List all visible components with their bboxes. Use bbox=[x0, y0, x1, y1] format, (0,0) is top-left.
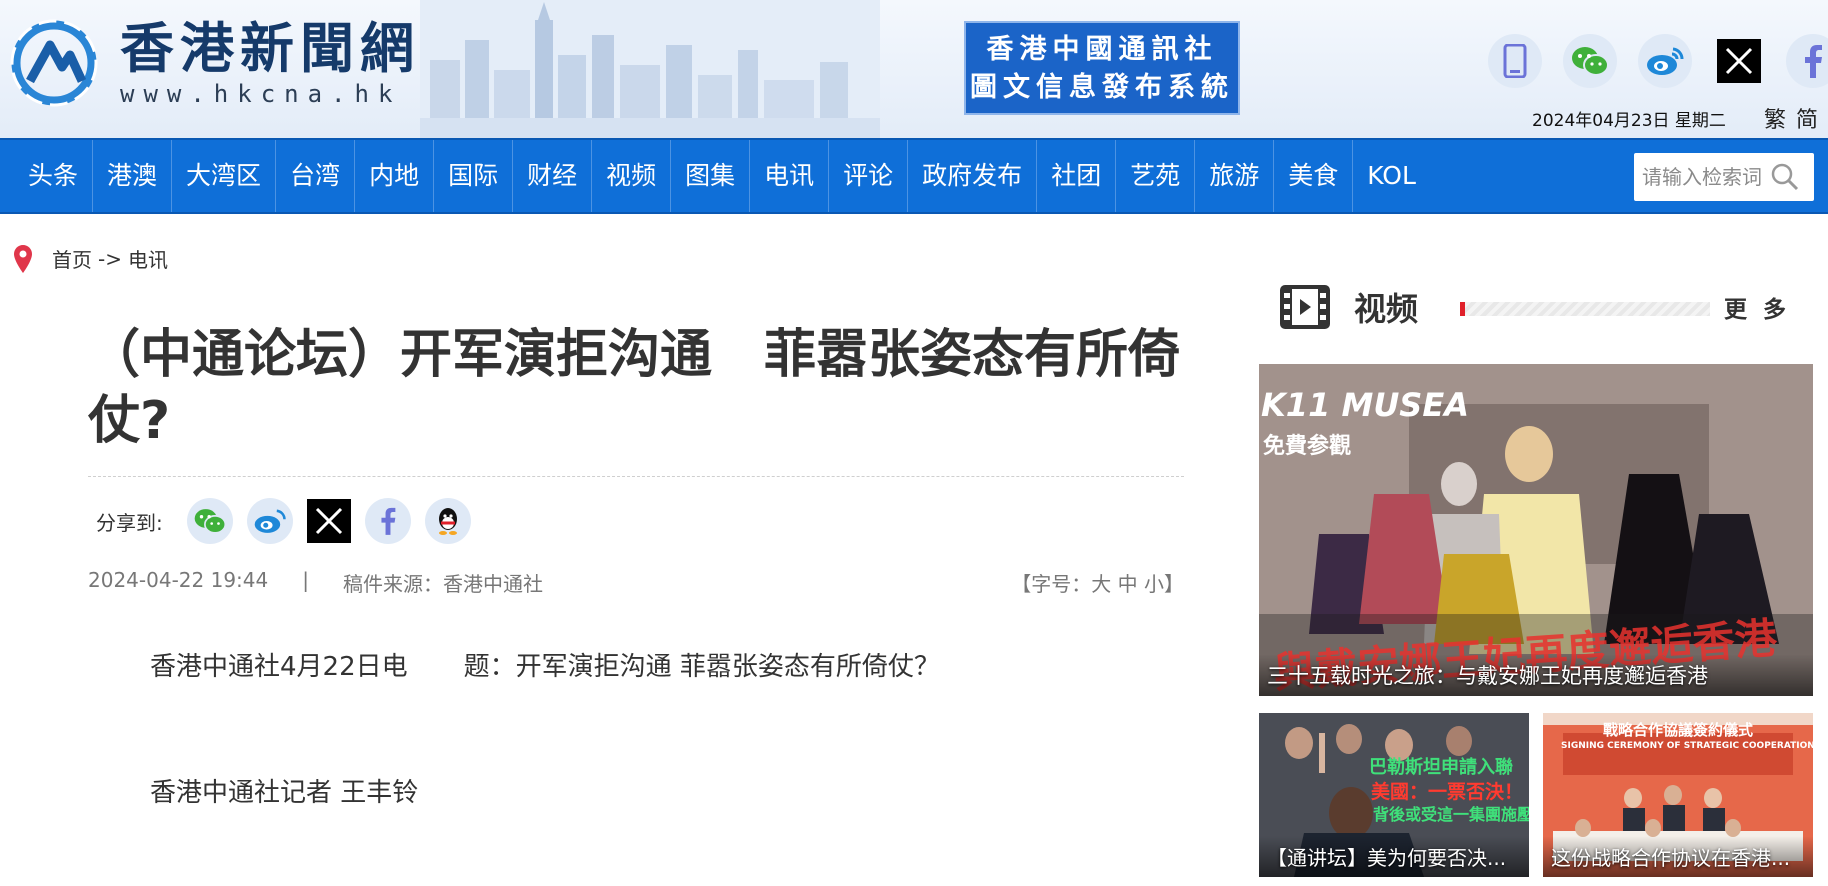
film-icon bbox=[1280, 285, 1330, 329]
section-decor-bar bbox=[1460, 302, 1710, 316]
nav-item-international[interactable]: 国际 bbox=[434, 140, 514, 212]
nav-item-travel[interactable]: 旅游 bbox=[1195, 140, 1275, 212]
share-label: 分享到: bbox=[96, 510, 163, 535]
meta-separator: | bbox=[302, 568, 309, 592]
promo-banner[interactable]: 香港中國通訊社 圖文信息發布系統 bbox=[964, 21, 1240, 115]
nav-item-kol[interactable]: KOL bbox=[1353, 140, 1430, 212]
share-wechat-icon[interactable] bbox=[186, 498, 233, 544]
x-icon[interactable] bbox=[1717, 39, 1761, 83]
language-switch: 繁简 bbox=[1758, 102, 1822, 134]
hkcna-logo-icon bbox=[10, 19, 98, 107]
nav-item-food[interactable]: 美食 bbox=[1274, 140, 1354, 212]
video-1-overlay-line-3: 背後或受這一集團施壓 bbox=[1373, 805, 1529, 824]
nav-item-gallery[interactable]: 图集 bbox=[671, 140, 751, 212]
search-box bbox=[1634, 153, 1814, 201]
video-card-1[interactable]: 巴勒斯坦申請入聯 美國：一票否決！ 背後或受這一集團施壓 【通讲坛】美为何要否决… bbox=[1259, 713, 1529, 877]
current-date: 2024年04月23日 星期二 bbox=[1532, 111, 1726, 131]
promo-line-1: 香港中國通訊社 bbox=[986, 34, 1218, 65]
logo-chinese-name: 香港新聞網 bbox=[120, 16, 420, 80]
article-byline: 香港中通社记者 王丰铃 bbox=[150, 778, 419, 808]
share-x-icon[interactable] bbox=[306, 499, 351, 543]
video-1-overlay-line-2: 美國：一票否決！ bbox=[1371, 781, 1524, 803]
share-weibo-icon[interactable] bbox=[246, 498, 293, 544]
breadcrumb-arrow: -> bbox=[98, 246, 122, 271]
main-nav: 头条 港澳 大湾区 台湾 内地 国际 财经 视频 图集 电讯 评论 政府发布 社… bbox=[0, 138, 1828, 214]
nav-item-greater-bay[interactable]: 大湾区 bbox=[172, 140, 277, 212]
site-header: 香港新聞網 www.hkcna.hk 香港中國通訊社 圖文信息發布系統 2024… bbox=[0, 0, 1828, 138]
breadcrumb-current-link[interactable]: 电讯 bbox=[128, 244, 168, 273]
weibo-icon[interactable] bbox=[1638, 34, 1692, 88]
video-1-overlay-line-1: 巴勒斯坦申請入聯 bbox=[1369, 757, 1513, 778]
share-qq-icon[interactable] bbox=[424, 498, 471, 544]
article-headline: 题：开军演拒沟通 菲嚣张姿态有所倚仗？ bbox=[463, 652, 940, 682]
search-icon[interactable] bbox=[1770, 162, 1800, 192]
wechat-icon[interactable] bbox=[1563, 34, 1617, 88]
title-divider bbox=[88, 476, 1184, 477]
promo-line-2: 圖文信息發布系統 bbox=[970, 72, 1234, 103]
article-paragraph-1: 香港中通社4月22日电 题：开军演拒沟通 菲嚣张姿态有所倚仗？ bbox=[150, 646, 940, 683]
video-2-overlay-subtitle: SIGNING CEREMONY OF STRATEGIC COOPERATIO… bbox=[1561, 741, 1813, 751]
share-facebook-icon[interactable] bbox=[364, 498, 411, 544]
article-source: 稿件来源：香港中通社 bbox=[342, 572, 543, 596]
nav-item-video[interactable]: 视频 bbox=[592, 140, 672, 212]
site-logo[interactable]: 香港新聞網 www.hkcna.hk bbox=[10, 18, 420, 108]
video-2-caption: 这份战略合作协议在香港... bbox=[1543, 836, 1813, 877]
article-datetime: 2024-04-22 19:44 bbox=[88, 568, 269, 592]
article-meta: 2024-04-22 19:44 | 稿件来源：香港中通社 【字号：大 中 小】 bbox=[88, 568, 1184, 597]
video-card-2[interactable]: 戰略合作協議簽約儀式 SIGNING CEREMONY OF STRATEGIC… bbox=[1543, 713, 1813, 877]
nav-item-hk-macau[interactable]: 港澳 bbox=[93, 140, 173, 212]
breadcrumb-home-link[interactable]: 首页 bbox=[52, 244, 92, 273]
search-input[interactable] bbox=[1634, 155, 1770, 199]
font-size-switch[interactable]: 【字号：大 中 小】 bbox=[1011, 568, 1184, 597]
featured-overlay-subtitle: 免費参觀 bbox=[1263, 434, 1352, 459]
featured-overlay-title: K11 MUSEA bbox=[1261, 386, 1469, 424]
nav-item-gov-release[interactable]: 政府发布 bbox=[908, 140, 1038, 212]
article-dateline: 香港中通社4月22日电 bbox=[150, 652, 408, 682]
nav-item-wire[interactable]: 电讯 bbox=[750, 140, 830, 212]
lang-traditional-link[interactable]: 繁 bbox=[1764, 108, 1790, 133]
nav-item-finance[interactable]: 财经 bbox=[513, 140, 593, 212]
nav-item-commentary[interactable]: 评论 bbox=[829, 140, 909, 212]
video-section-header: 视频 更 多 bbox=[1280, 282, 1790, 332]
featured-video-caption: 三十五载时光之旅：与戴安娜王妃再度邂逅香港 bbox=[1259, 654, 1813, 696]
video-section-title: 视频 bbox=[1354, 290, 1419, 328]
more-videos-link[interactable]: 更 多 bbox=[1724, 290, 1790, 324]
logo-url: www.hkcna.hk bbox=[120, 80, 402, 108]
header-social-links bbox=[1488, 34, 1828, 88]
nav-item-associations[interactable]: 社团 bbox=[1037, 140, 1117, 212]
share-bar: 分享到: bbox=[96, 498, 471, 544]
video-2-overlay-title: 戰略合作協議簽約儀式 bbox=[1603, 721, 1754, 739]
city-skyline-banner bbox=[420, 0, 880, 138]
facebook-icon[interactable] bbox=[1786, 34, 1828, 88]
breadcrumb: 首页 -> 电讯 bbox=[14, 244, 168, 273]
nav-item-arts[interactable]: 艺苑 bbox=[1116, 140, 1196, 212]
lang-simplified-link[interactable]: 简 bbox=[1796, 108, 1822, 133]
featured-video-card[interactable]: K11 MUSEA 免費参觀 與戴安娜王妃再度邂逅香港 三十五载时光之旅：与戴安… bbox=[1259, 364, 1813, 696]
nav-item-headlines[interactable]: 头条 bbox=[14, 140, 94, 212]
video-1-caption: 【通讲坛】美为何要否决... bbox=[1259, 836, 1529, 877]
article-title: （中通论坛）开军演拒沟通 菲嚣张姿态有所倚仗? bbox=[88, 325, 1181, 451]
mobile-icon[interactable] bbox=[1488, 34, 1542, 88]
nav-item-taiwan[interactable]: 台湾 bbox=[276, 140, 356, 212]
location-pin-icon bbox=[14, 244, 32, 273]
nav-item-mainland[interactable]: 内地 bbox=[355, 140, 435, 212]
